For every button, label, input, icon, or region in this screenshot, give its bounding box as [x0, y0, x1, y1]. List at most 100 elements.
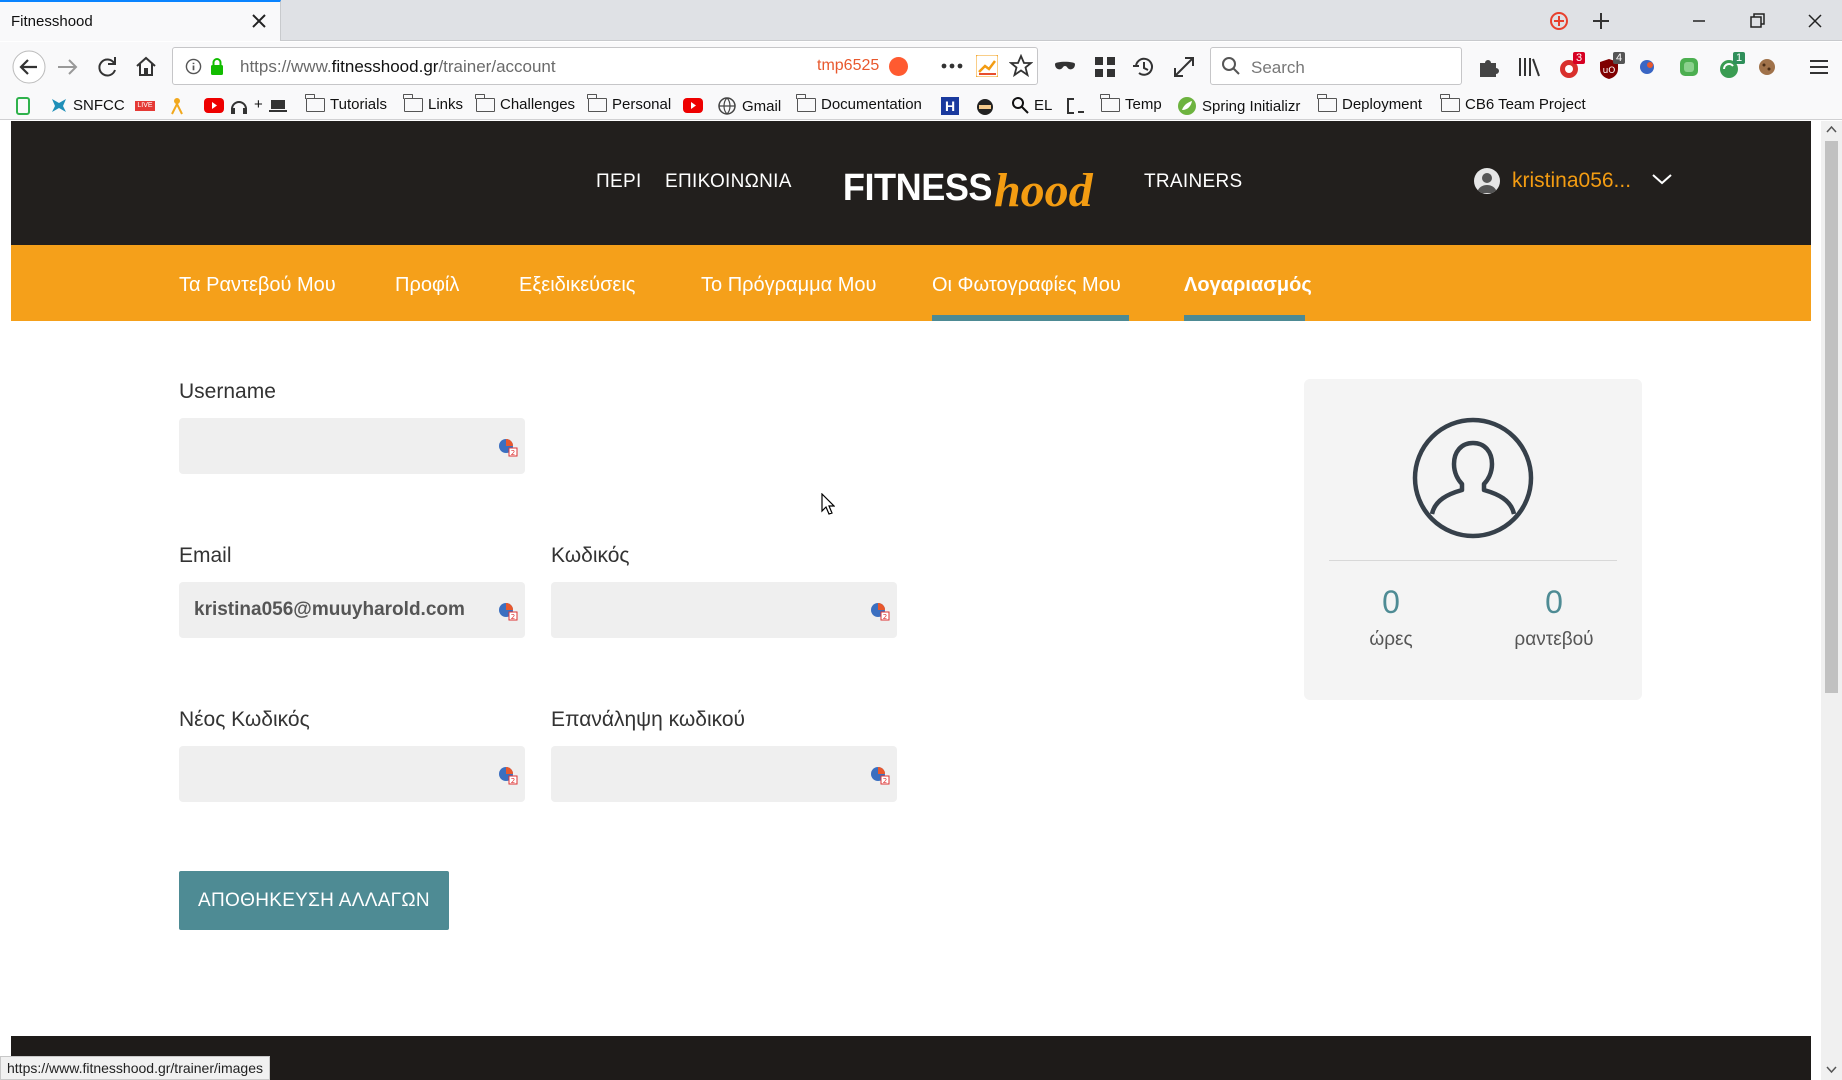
ext-badge-1[interactable]: 3	[1556, 52, 1586, 82]
email-field-box: 2	[179, 582, 525, 638]
chevron-down-icon[interactable]	[1651, 171, 1673, 187]
chart-extension-icon[interactable]	[976, 55, 998, 77]
reload-icon[interactable]	[94, 54, 120, 80]
tab-photos[interactable]: Οι Φωτογραφίες Μου	[932, 274, 1121, 297]
scrollbar-thumb[interactable]	[1825, 141, 1838, 693]
hours-count: 0	[1382, 584, 1400, 620]
youtube-icon[interactable]	[204, 98, 224, 113]
forward-icon[interactable]	[54, 54, 80, 80]
close-window-icon[interactable]	[1804, 10, 1826, 32]
scroll-up-icon[interactable]	[1826, 125, 1837, 133]
repeat-password-field[interactable]	[551, 746, 851, 802]
tab-profile[interactable]: Προφίλ	[395, 274, 459, 297]
puzzle-extension-icon[interactable]	[1476, 54, 1502, 80]
close-tab-icon[interactable]	[250, 12, 268, 30]
folder-icon	[1317, 93, 1337, 112]
user-avatar[interactable]	[1474, 168, 1500, 194]
bookmark-personal[interactable]: Personal	[587, 93, 671, 113]
hamburger-menu-icon[interactable]	[1806, 54, 1832, 80]
folder-icon	[403, 93, 423, 112]
search-placeholder: Search	[1251, 58, 1305, 77]
url-text[interactable]: https://www.fitnesshood.gr/trainer/accou…	[240, 57, 556, 77]
folder-icon	[305, 93, 325, 112]
browser-tab-bar: Fitnesshood	[0, 0, 1842, 41]
bookmark-gmail[interactable]: Gmail	[717, 96, 781, 116]
username-field[interactable]	[179, 418, 479, 474]
history-extension-icon[interactable]	[1131, 54, 1157, 80]
email-label: Email	[179, 544, 232, 567]
bookmark-star-icon[interactable]	[1009, 54, 1033, 78]
more-actions-icon[interactable]	[939, 56, 965, 76]
browser-tab-active[interactable]: Fitnesshood	[0, 0, 281, 41]
ext-badge-2[interactable]: uO 4	[1596, 52, 1626, 82]
lock-icon	[211, 58, 223, 75]
nav-about-link[interactable]: ΠΕΡΙ	[596, 171, 642, 193]
tab-specializations[interactable]: Εξειδικεύσεις	[519, 274, 635, 297]
nav-trainers-link[interactable]: TRAINERS	[1144, 171, 1242, 193]
user-name[interactable]: kristina056...	[1512, 169, 1631, 193]
youtube-icon[interactable]	[683, 98, 703, 113]
ext-badge-3[interactable]: 1	[1716, 52, 1746, 82]
new-password-field[interactable]	[179, 746, 479, 802]
bird-extension-icon[interactable]	[1636, 56, 1658, 78]
home-icon[interactable]	[133, 54, 159, 80]
bookmark-spring[interactable]: Spring Initializr	[1177, 96, 1300, 116]
svg-text:2: 2	[511, 613, 515, 621]
cookie-extension-icon[interactable]	[1756, 56, 1778, 78]
green-page-icon[interactable]	[16, 97, 30, 115]
bookmark-challenges[interactable]: Challenges	[475, 93, 575, 113]
new-tab-icon[interactable]	[1590, 10, 1612, 32]
grid-extension-icon[interactable]	[1092, 54, 1118, 80]
search-bar[interactable]: Search	[1210, 47, 1462, 85]
minimize-icon[interactable]	[1688, 10, 1710, 32]
bookmark-el[interactable]: EL	[1011, 96, 1052, 114]
green-extension-icon[interactable]	[1678, 56, 1700, 78]
save-changes-button[interactable]: ΑΠΟΘΗΚΕΥΣΗ ΑΛΛΑΓΩΝ	[179, 871, 449, 930]
tab-account[interactable]: Λογαριασμός	[1184, 274, 1312, 297]
bookmark-tutorials[interactable]: Tutorials	[305, 93, 387, 113]
appointments-label: ραντεβού	[1514, 629, 1594, 650]
spring-leaf-icon	[1178, 97, 1196, 115]
container-tab-icon[interactable]	[1548, 10, 1570, 32]
laptop-icon[interactable]	[268, 98, 288, 114]
page-scrollbar[interactable]	[1821, 121, 1842, 1080]
scroll-down-icon[interactable]	[1826, 1066, 1837, 1074]
password-field[interactable]	[551, 582, 851, 638]
person-bookmark-icon[interactable]	[170, 97, 184, 115]
code-bookmark-icon[interactable]	[1066, 97, 1086, 115]
tab-schedule[interactable]: Το Πρόγραμμα Μου	[701, 274, 876, 297]
bookmark-documentation[interactable]: Documentation	[796, 93, 922, 113]
library-icon[interactable]	[1516, 54, 1542, 80]
password-field-box: 2	[551, 582, 897, 638]
fullscreen-icon[interactable]	[1171, 54, 1197, 80]
site-logo[interactable]: FITNESShood	[839, 157, 1093, 219]
nav-contact-link[interactable]: ΕΠΙΚΟΙΝΩΝΙΑ	[665, 171, 792, 193]
ninja-bookmark-icon[interactable]	[975, 96, 995, 116]
restore-icon[interactable]	[1746, 10, 1768, 32]
h-bookmark-icon[interactable]: H	[941, 97, 959, 115]
password-manager-icon[interactable]: 2	[497, 437, 519, 457]
username-field-box: 2	[179, 418, 525, 474]
bookmark-plus[interactable]: +	[254, 96, 263, 113]
headphones-icon[interactable]	[230, 97, 248, 115]
password-label: Κωδικός	[551, 544, 630, 567]
mask-extension-icon[interactable]	[1053, 56, 1077, 76]
password-manager-icon[interactable]: 2	[869, 601, 891, 621]
user-avatar-icon	[1477, 173, 1497, 193]
bookmark-links[interactable]: Links	[403, 93, 463, 113]
email-field[interactable]	[179, 582, 479, 638]
password-manager-icon[interactable]: 2	[869, 765, 891, 785]
bookmark-deployment[interactable]: Deployment	[1317, 93, 1422, 113]
tab-appointments[interactable]: Τα Ραντεβού Μου	[179, 274, 336, 297]
live-bookmark-icon[interactable]: LIVE	[135, 101, 155, 111]
back-icon[interactable]	[11, 49, 47, 85]
trainer-stats-card: 0 ώρες 0 ραντεβού	[1304, 379, 1642, 700]
password-manager-icon[interactable]: 2	[497, 765, 519, 785]
url-bar[interactable]: https://www.fitnesshood.gr/trainer/accou…	[172, 47, 1038, 85]
info-icon[interactable]	[185, 58, 202, 75]
bookmark-cb6[interactable]: CB6 Team Project	[1440, 93, 1586, 113]
password-manager-icon[interactable]: 2	[497, 601, 519, 621]
bookmark-snfcc[interactable]: SNFCC	[50, 96, 125, 114]
bookmark-temp[interactable]: Temp	[1100, 93, 1162, 113]
globe-icon	[718, 97, 736, 115]
